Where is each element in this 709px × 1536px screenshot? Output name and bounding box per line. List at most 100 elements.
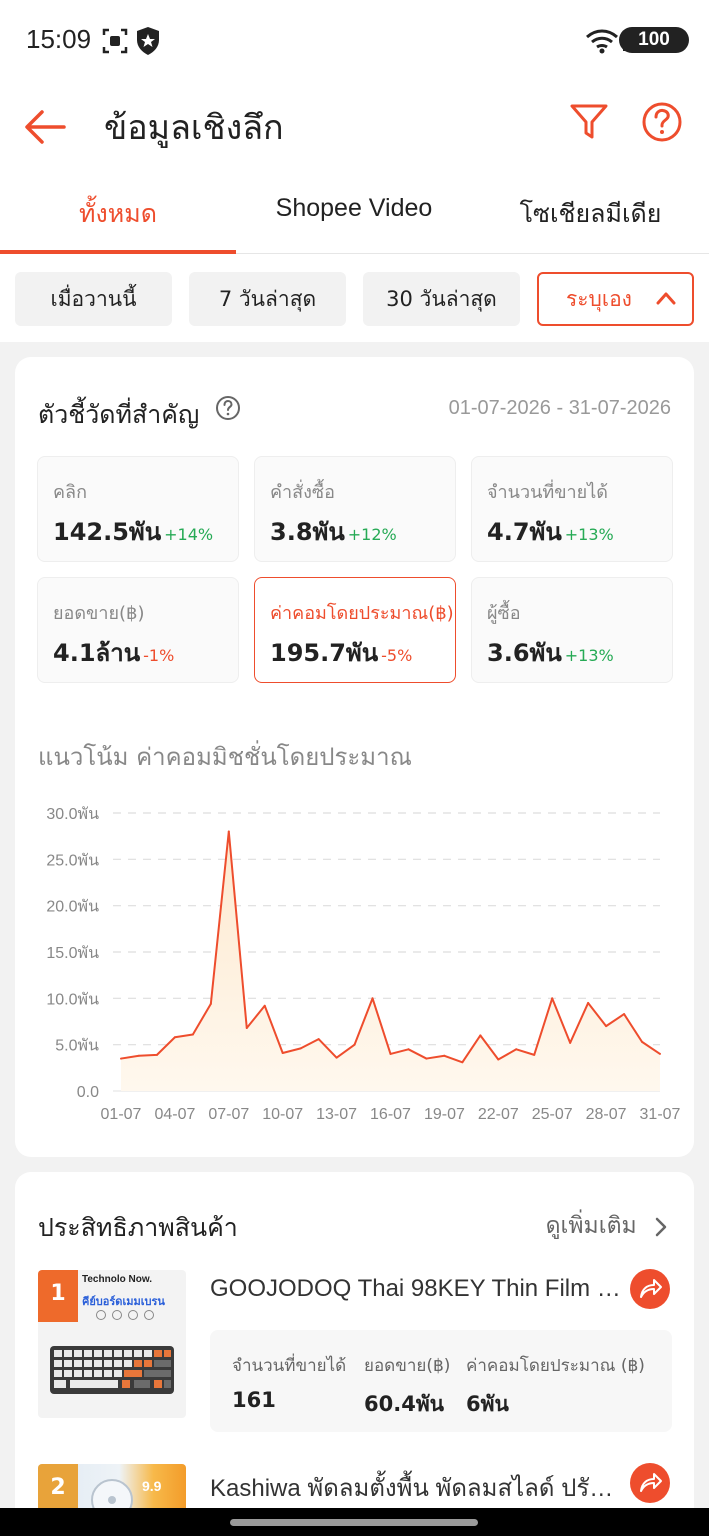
- chart-data-point: [497, 1058, 500, 1061]
- info-icon[interactable]: [215, 395, 241, 421]
- filter-custom-button[interactable]: ระบุเอง: [537, 272, 694, 326]
- x-tick-label: 16-07: [370, 1106, 411, 1123]
- share-arrow-icon: [640, 1279, 662, 1298]
- chart-data-point: [587, 1001, 590, 1004]
- metric-clicks[interactable]: คลิก 142.5พัน +14%: [37, 456, 239, 562]
- commission-trend-chart[interactable]: 0.0 5.0พัน 10.0พัน 15.0พัน 20.0พัน 25.0พัน 30.…: [15, 787, 694, 1137]
- metric-orders[interactable]: คำสั่งซื้อ 3.8พัน +12%: [254, 456, 456, 562]
- home-gesture-handle[interactable]: [230, 1519, 478, 1526]
- chart-data-point: [371, 997, 374, 1000]
- share-button[interactable]: [630, 1463, 670, 1503]
- x-tick-label: 31-07: [640, 1106, 681, 1123]
- thumb-feature-icons: [96, 1310, 154, 1320]
- chart-data-point: [155, 1053, 158, 1056]
- keyboard-image: [50, 1346, 174, 1394]
- chart-data-point: [120, 1057, 122, 1060]
- chart-data-point: [191, 1033, 194, 1036]
- share-button[interactable]: [630, 1269, 670, 1309]
- metric-change: +14%: [164, 525, 214, 544]
- chart-data-point: [407, 1048, 410, 1051]
- thumb-promo-text: 9.9: [142, 1478, 162, 1494]
- status-bar: 15:09 100: [0, 0, 709, 80]
- metric-est-commission[interactable]: ค่าคอมโดยประมาณ(฿) 195.7พัน -5%: [254, 577, 456, 683]
- tab-social-media[interactable]: โซเชียลมีเดีย: [472, 194, 709, 234]
- x-tick-label: 04-07: [154, 1106, 195, 1123]
- stat-label-items-sold: จำนวนที่ขายได้: [232, 1356, 347, 1376]
- tab-all[interactable]: ทั้งหมด: [0, 194, 236, 234]
- filter-30-days-button[interactable]: 30 วันล่าสุด: [363, 272, 520, 326]
- metric-value: 142.5พัน +14%: [53, 518, 214, 546]
- chart-data-point: [479, 1034, 482, 1037]
- screen-record-icon: [102, 28, 128, 54]
- metric-value: 195.7พัน -5%: [270, 639, 413, 667]
- metric-sales[interactable]: ยอดขาย(฿) 4.1ล้าน -1%: [37, 577, 239, 683]
- key-metrics-title: ตัวชี้วัดที่สำคัญ: [38, 400, 200, 429]
- chart-data-point: [299, 1047, 302, 1050]
- chart-data-point: [227, 830, 230, 833]
- see-more-label: ดูเพิ่มเติม: [545, 1213, 637, 1239]
- y-tick-label: 15.0พัน: [46, 945, 99, 962]
- metric-change: +12%: [347, 525, 397, 544]
- chart-data-point: [389, 1052, 392, 1055]
- metric-label: คลิก: [53, 482, 87, 503]
- chart-data-point: [263, 1004, 266, 1007]
- y-tick-label: 5.0พัน: [55, 1038, 99, 1055]
- chart-data-point: [569, 1041, 572, 1044]
- product-name[interactable]: Kashiwa พัดลมตั้งพื้น พัดลมสไลด์ ปรับระด…: [210, 1468, 622, 1507]
- help-icon[interactable]: [641, 101, 683, 143]
- date-range-label: 01-07-2026 - 31-07-2026: [448, 397, 671, 419]
- chart-data-point: [641, 1040, 644, 1043]
- metric-value: 4.7พัน +13%: [487, 518, 614, 546]
- y-tick-label: 0.0: [77, 1084, 99, 1101]
- stat-value-items-sold: 161: [232, 1388, 276, 1412]
- key-metrics-card: ตัวชี้วัดที่สำคัญ 01-07-2026 - 31-07-202…: [15, 357, 694, 1157]
- tab-bar: ทั้งหมด Shopee Video โซเชียลมีเดีย: [0, 176, 709, 254]
- metric-change: -5%: [381, 646, 413, 665]
- product-performance-title: ประสิทธิภาพสินค้า: [38, 1213, 238, 1242]
- stat-value-sales: 60.4พัน: [364, 1392, 445, 1416]
- chart-data-point: [245, 1026, 248, 1029]
- shield-icon: [137, 27, 159, 55]
- chart-data-point: [659, 1052, 661, 1055]
- chart-data-point: [173, 1036, 176, 1039]
- chart-data-point: [353, 1043, 356, 1046]
- product-name[interactable]: GOOJODOQ Thai 98KEY Thin Film Mechanical…: [210, 1275, 622, 1303]
- page-title: ข้อมูลเชิงลึก: [104, 108, 284, 148]
- metric-buyers[interactable]: ผู้ซื้อ 3.6พัน +13%: [471, 577, 673, 683]
- metric-label: คำสั่งซื้อ: [270, 482, 335, 503]
- tab-shopee-video[interactable]: Shopee Video: [236, 194, 472, 223]
- status-time: 15:09: [26, 24, 92, 54]
- y-tick-label: 30.0พัน: [46, 806, 99, 823]
- filter-custom-label: ระบุเอง: [566, 287, 632, 311]
- x-tick-label: 01-07: [101, 1106, 142, 1123]
- x-tick-label: 13-07: [316, 1106, 357, 1123]
- metric-change: -1%: [143, 646, 175, 665]
- x-tick-label: 25-07: [532, 1106, 573, 1123]
- chart-data-point: [281, 1052, 284, 1055]
- filter-yesterday-button[interactable]: เมื่อวานนี้: [15, 272, 172, 326]
- chart-data-point: [605, 1025, 608, 1028]
- chart-data-point: [461, 1061, 464, 1064]
- metric-items-sold[interactable]: จำนวนที่ขายได้ 4.7พัน +13%: [471, 456, 673, 562]
- rank-badge: 1: [38, 1270, 78, 1322]
- chart-data-point: [623, 1013, 626, 1016]
- metric-value: 3.6พัน +13%: [487, 639, 614, 667]
- stat-label-sales: ยอดขาย(฿): [364, 1356, 451, 1376]
- x-tick-label: 19-07: [424, 1106, 465, 1123]
- metric-value: 4.1ล้าน -1%: [53, 639, 175, 667]
- see-more-link[interactable]: ดูเพิ่มเติม: [546, 1208, 668, 1244]
- x-tick-label: 07-07: [208, 1106, 249, 1123]
- system-navigation-bar: [0, 1508, 709, 1536]
- filter-7-days-button[interactable]: 7 วันล่าสุด: [189, 272, 346, 326]
- product-thumbnail[interactable]: Technolo Now. คีย์บอร์ดเมมเบรน 1: [38, 1270, 186, 1418]
- y-tick-label: 10.0พัน: [46, 991, 99, 1008]
- back-arrow-icon[interactable]: [22, 104, 68, 150]
- chart-data-point: [425, 1057, 428, 1060]
- filter-icon[interactable]: [568, 101, 610, 143]
- y-tick-label: 25.0พัน: [46, 852, 99, 869]
- chart-data-point: [317, 1038, 320, 1041]
- chart-data-point: [533, 1053, 536, 1056]
- chart-data-point: [335, 1056, 338, 1059]
- product-performance-card: ประสิทธิภาพสินค้า ดูเพิ่มเติม Technolo N…: [15, 1172, 694, 1532]
- stat-value-commission: 6พัน: [466, 1392, 509, 1416]
